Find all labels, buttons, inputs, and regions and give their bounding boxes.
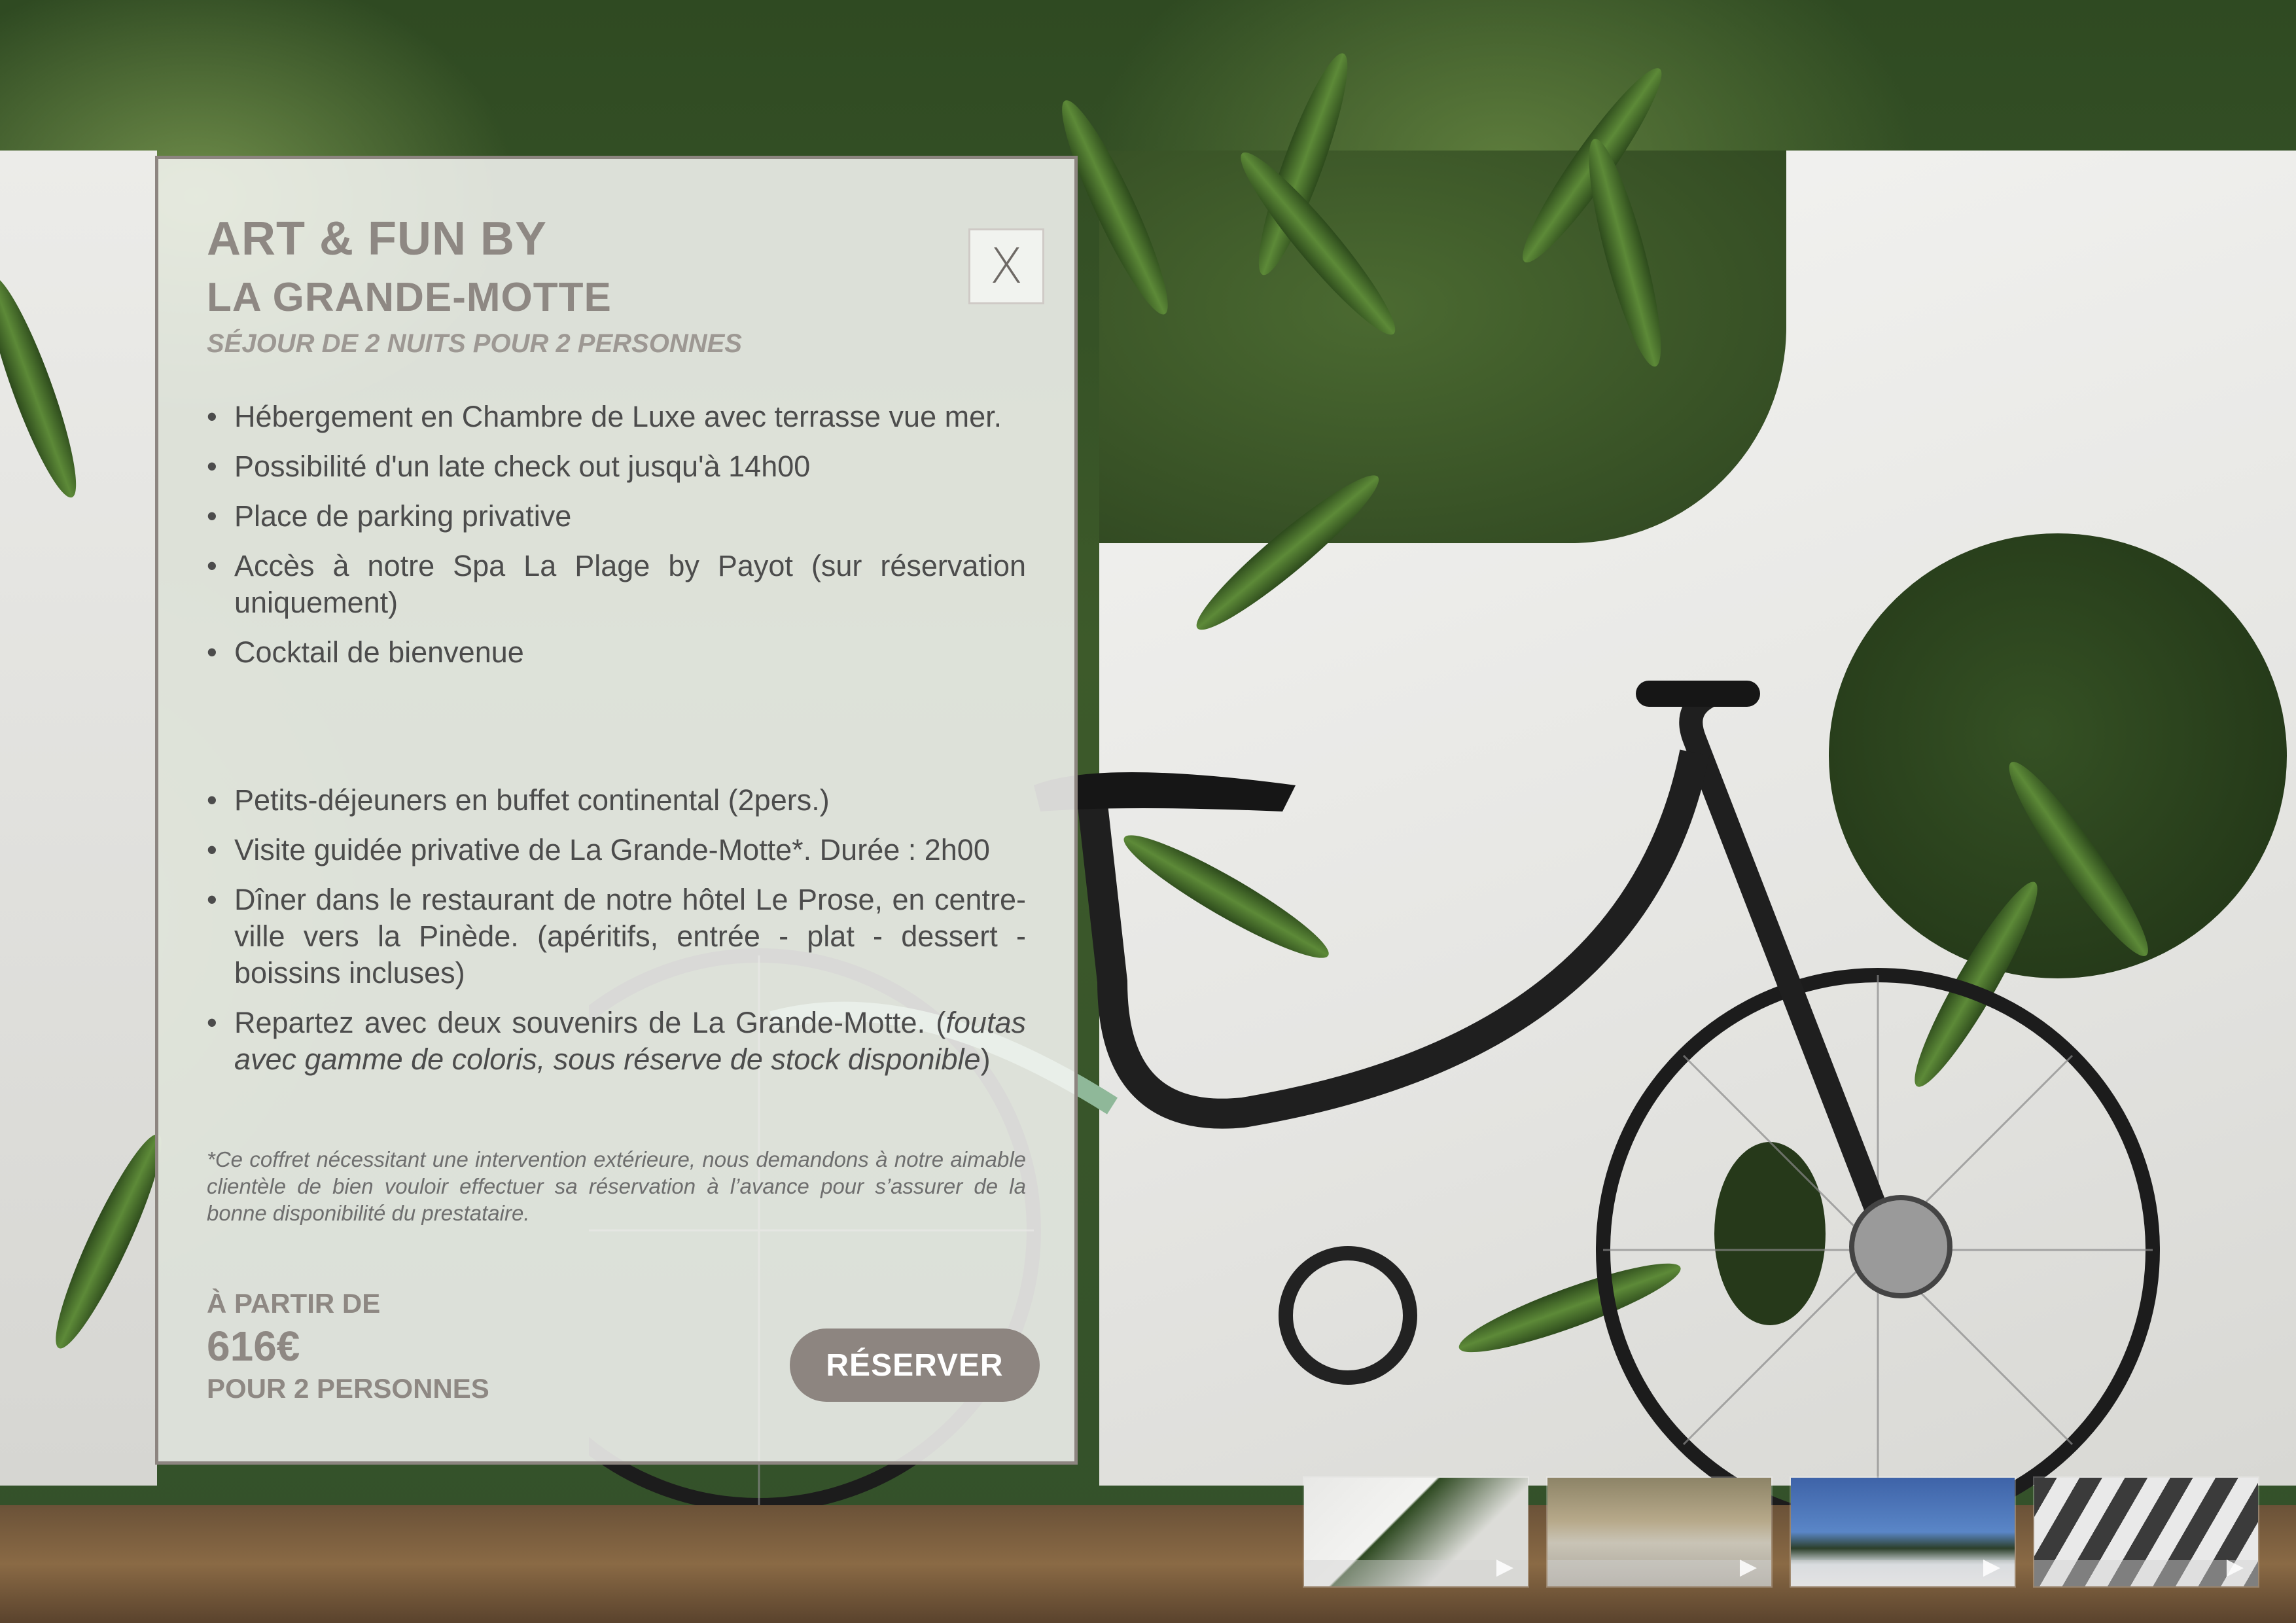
offer-location: LA GRANDE-MOTTE: [207, 275, 612, 320]
feature-item: Possibilité d'un late check out jusqu'à …: [207, 448, 1026, 485]
price-value: 616€: [207, 1323, 300, 1370]
feature-item: Hébergement en Chambre de Luxe avec terr…: [207, 399, 1026, 435]
play-icon: ▶: [1496, 1554, 1513, 1580]
thumbnail-caption-bar: [2034, 1560, 2258, 1586]
offer-subtitle: SÉJOUR DE 2 NUITS POUR 2 PERSONNES: [207, 329, 742, 358]
price-from-label: À PARTIR DE: [207, 1288, 381, 1319]
footnote: *Ce coffret nécessitant une intervention…: [207, 1147, 1026, 1225]
feature-text: Repartez avec deux souvenirs de La Grand…: [234, 1006, 946, 1039]
thumbnail-caption-bar: [1547, 1560, 1771, 1586]
feature-item: Petits-déjeuners en buffet continental (…: [207, 782, 1026, 819]
feature-text-end: ): [980, 1043, 991, 1076]
feature-item: Place de parking privative: [207, 498, 1026, 535]
offer-panel: X ART & FUN BY LA GRANDE-MOTTE SÉJOUR DE…: [155, 156, 1078, 1465]
thumbnail-strip: ▶ ▶ ▶ ▶: [1304, 1478, 2258, 1586]
play-icon: ▶: [1983, 1554, 2000, 1580]
thumbnail-architecture[interactable]: ▶: [2034, 1478, 2258, 1586]
price-block: À PARTIR DE 616€ POUR 2 PERSONNES: [207, 1286, 489, 1406]
close-button[interactable]: X: [968, 228, 1044, 304]
wall-notch-foliage: [1099, 151, 1786, 543]
thumbnail-bike-wall[interactable]: ▶: [1304, 1478, 1528, 1586]
price-per-label: POUR 2 PERSONNES: [207, 1373, 489, 1404]
thumbnail-caption-bar: [1791, 1560, 2015, 1586]
offer-title: ART & FUN BY: [207, 213, 547, 265]
thumbnail-caption-bar: [1304, 1560, 1528, 1586]
feature-item: Accès à notre Spa La Plage by Payot (sur…: [207, 548, 1026, 621]
thumbnail-reeds[interactable]: ▶: [1547, 1478, 1771, 1586]
play-icon: ▶: [2226, 1554, 2244, 1580]
thumbnail-palm-beach[interactable]: ▶: [1791, 1478, 2015, 1586]
feature-item: Cocktail de bienvenue: [207, 634, 1026, 671]
reserve-button[interactable]: RÉSERVER: [790, 1329, 1040, 1402]
feature-item: Visite guidée privative de La Grande-Mot…: [207, 832, 1026, 868]
feature-list: Hébergement en Chambre de Luxe avec terr…: [207, 399, 1026, 1078]
play-icon: ▶: [1739, 1554, 1757, 1580]
feature-item: Repartez avec deux souvenirs de La Grand…: [207, 1005, 1026, 1078]
feature-item: Dîner dans le restaurant de notre hôtel …: [207, 882, 1026, 991]
